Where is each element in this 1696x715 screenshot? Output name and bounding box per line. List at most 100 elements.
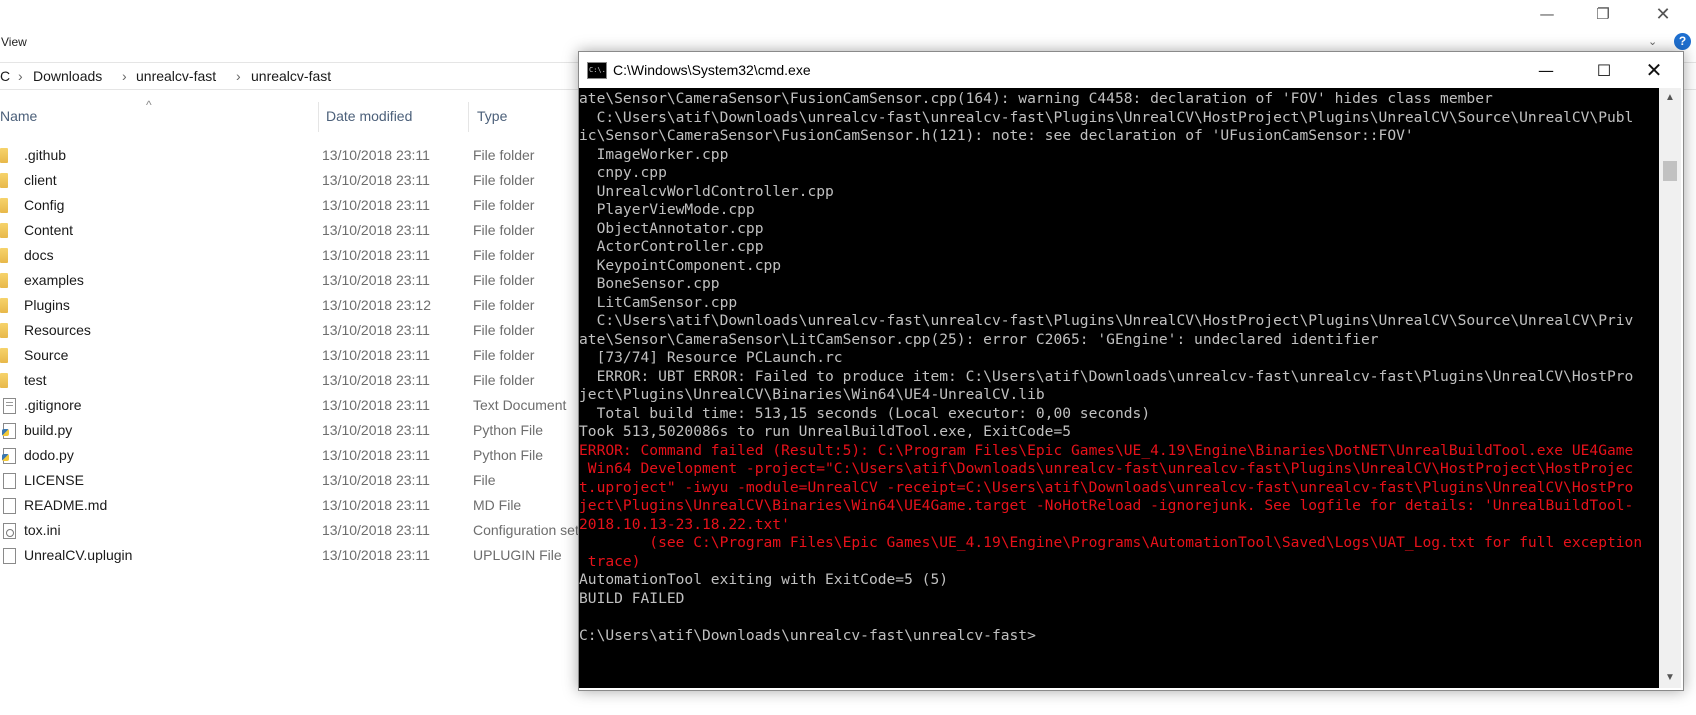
cmd-minimize-button[interactable]: —	[1517, 52, 1575, 88]
folder-icon	[0, 148, 8, 163]
file-name[interactable]: client	[24, 172, 57, 188]
file-type: File folder	[473, 272, 535, 288]
ribbon-tab-view[interactable]: View	[1, 35, 27, 49]
file-date-modified: 13/10/2018 23:11	[322, 322, 430, 338]
file-date-modified: 13/10/2018 23:11	[322, 247, 430, 263]
console-output[interactable]: ate\Sensor\CameraSensor\FusionCamSensor.…	[579, 88, 1659, 688]
file-name[interactable]: Source	[24, 347, 68, 363]
file-icon	[3, 498, 16, 514]
file-name[interactable]: README.md	[24, 497, 107, 513]
console-line: LitCamSensor.cpp	[579, 293, 738, 311]
console-error-line: (see C:\Program Files\Epic Games\UE_4.19…	[579, 534, 1643, 551]
explorer-close-button[interactable]: ✕	[1640, 0, 1686, 28]
breadcrumb-separator-icon[interactable]: ›	[122, 68, 127, 84]
folder-icon	[0, 223, 8, 238]
file-name[interactable]: test	[24, 372, 47, 388]
file-type: File folder	[473, 322, 535, 338]
file-name[interactable]: build.py	[24, 422, 72, 438]
file-type: File folder	[473, 147, 535, 163]
column-divider[interactable]	[318, 102, 319, 132]
file-row[interactable]: LICENSE 13/10/2018 23:11 File	[0, 468, 600, 495]
file-row[interactable]: Resources 13/10/2018 23:11 File folder	[0, 318, 600, 345]
file-row[interactable]: .github 13/10/2018 23:11 File folder	[0, 143, 600, 170]
python-icon	[2, 423, 16, 439]
file-name[interactable]: Config	[24, 197, 64, 213]
breadcrumb-item-unrealcv-fast[interactable]: unrealcv-fast	[136, 68, 216, 84]
file-name[interactable]: .github	[24, 147, 66, 163]
file-row[interactable]: docs 13/10/2018 23:11 File folder	[0, 243, 600, 270]
console-line: ActorController.cpp	[579, 238, 764, 255]
file-name[interactable]: Plugins	[24, 297, 70, 313]
file-date-modified: 13/10/2018 23:11	[322, 222, 430, 238]
column-headers: ^ Name Date modified Type	[0, 98, 600, 132]
file-date-modified: 13/10/2018 23:11	[322, 547, 430, 563]
file-name[interactable]: .gitignore	[24, 397, 82, 413]
file-row[interactable]: test 13/10/2018 23:11 File folder	[0, 368, 600, 395]
file-type: File folder	[473, 222, 535, 238]
command-prompt-window[interactable]: C:\. C:\Windows\System32\cmd.exe — ☐ ✕ a…	[578, 51, 1684, 691]
file-date-modified: 13/10/2018 23:12	[322, 297, 431, 313]
column-divider[interactable]	[468, 102, 469, 132]
file-date-modified: 13/10/2018 23:11	[322, 397, 430, 413]
ribbon-expand-icon[interactable]: ⌄	[1648, 35, 1657, 48]
console-line: C:\Users\atif\Downloads\unrealcv-fast\un…	[579, 626, 1036, 644]
file-row[interactable]: Source 13/10/2018 23:11 File folder	[0, 343, 600, 370]
scrollbar-thumb[interactable]	[1663, 161, 1677, 181]
file-date-modified: 13/10/2018 23:11	[322, 172, 430, 188]
file-name[interactable]: docs	[24, 247, 54, 263]
explorer-minimize-button[interactable]: —	[1524, 0, 1570, 28]
file-date-modified: 13/10/2018 23:11	[322, 347, 430, 363]
file-row[interactable]: build.py 13/10/2018 23:11 Python File	[0, 418, 600, 445]
console-error-line: t.uproject" -iwyu -module=UnrealCV -rece…	[579, 478, 1634, 496]
file-date-modified: 13/10/2018 23:11	[322, 197, 430, 213]
console-line: C:\Users\atif\Downloads\unrealcv-fast\un…	[579, 108, 1634, 126]
breadcrumb-item-current[interactable]: unrealcv-fast	[251, 68, 331, 84]
file-row[interactable]: client 13/10/2018 23:11 File folder	[0, 168, 600, 195]
file-name[interactable]: UnrealCV.uplugin	[24, 547, 132, 563]
file-row[interactable]: Config 13/10/2018 23:11 File folder	[0, 193, 600, 220]
file-row[interactable]: UnrealCV.uplugin 13/10/2018 23:11 UPLUGIN …	[0, 543, 600, 570]
column-header-type[interactable]: Type	[477, 108, 507, 124]
breadcrumb-item-downloads[interactable]: Downloads	[33, 68, 102, 84]
file-name[interactable]: tox.ini	[24, 522, 61, 538]
cmd-close-button[interactable]: ✕	[1625, 52, 1683, 88]
file-row[interactable]: .gitignore 13/10/2018 23:11 Text Document	[0, 393, 600, 420]
file-name[interactable]: dodo.py	[24, 447, 74, 463]
explorer-restore-button[interactable]: ❐	[1580, 0, 1626, 28]
file-name[interactable]: Content	[24, 222, 73, 238]
console-line: cnpy.cpp	[579, 164, 667, 181]
column-header-name[interactable]: Name	[0, 108, 37, 124]
cmd-app-icon[interactable]: C:\.	[587, 62, 607, 79]
file-row[interactable]: dodo.py 13/10/2018 23:11 Python File	[0, 443, 600, 470]
file-name[interactable]: LICENSE	[24, 472, 84, 488]
breadcrumb-item-drive[interactable]: C	[0, 68, 10, 84]
file-date-modified: 13/10/2018 23:11	[322, 272, 430, 288]
python-icon	[2, 448, 16, 464]
file-type: Text Document	[473, 397, 567, 413]
console-error-line: ERROR: Command failed (Result:5): C:\Pro…	[579, 441, 1634, 459]
breadcrumb-separator-icon[interactable]: ›	[18, 68, 23, 84]
file-row[interactable]: README.md 13/10/2018 23:11 MD File	[0, 493, 600, 520]
file-row[interactable]: Plugins 13/10/2018 23:12 File folder	[0, 293, 600, 320]
file-row[interactable]: tox.ini 13/10/2018 23:11 Configuration set…	[0, 518, 608, 545]
scroll-up-icon[interactable]: ▲	[1659, 88, 1681, 108]
file-name[interactable]: examples	[24, 272, 84, 288]
file-type: File folder	[473, 172, 535, 188]
file-row[interactable]: Content 13/10/2018 23:11 File folder	[0, 218, 600, 245]
help-icon[interactable]: ?	[1674, 33, 1691, 50]
file-row[interactable]: examples 13/10/2018 23:11 File folder	[0, 268, 600, 295]
console-scrollbar[interactable]: ▲ ▼	[1659, 88, 1681, 688]
breadcrumb-separator-icon[interactable]: ›	[236, 68, 241, 84]
file-icon	[3, 473, 16, 489]
console-line: BUILD FAILED	[579, 589, 685, 607]
scroll-down-icon[interactable]: ▼	[1659, 668, 1681, 688]
file-name[interactable]: Resources	[24, 322, 91, 338]
folder-icon	[0, 298, 8, 313]
console-error-line: 2018.10.13-23.18.22.txt'	[579, 515, 790, 533]
cmd-title-bar[interactable]: C:\. C:\Windows\System32\cmd.exe — ☐ ✕	[579, 52, 1683, 88]
column-header-date-modified[interactable]: Date modified	[326, 108, 412, 124]
file-type: Python File	[473, 447, 544, 463]
file-date-modified: 13/10/2018 23:11	[322, 447, 430, 463]
file-icon	[3, 548, 16, 564]
